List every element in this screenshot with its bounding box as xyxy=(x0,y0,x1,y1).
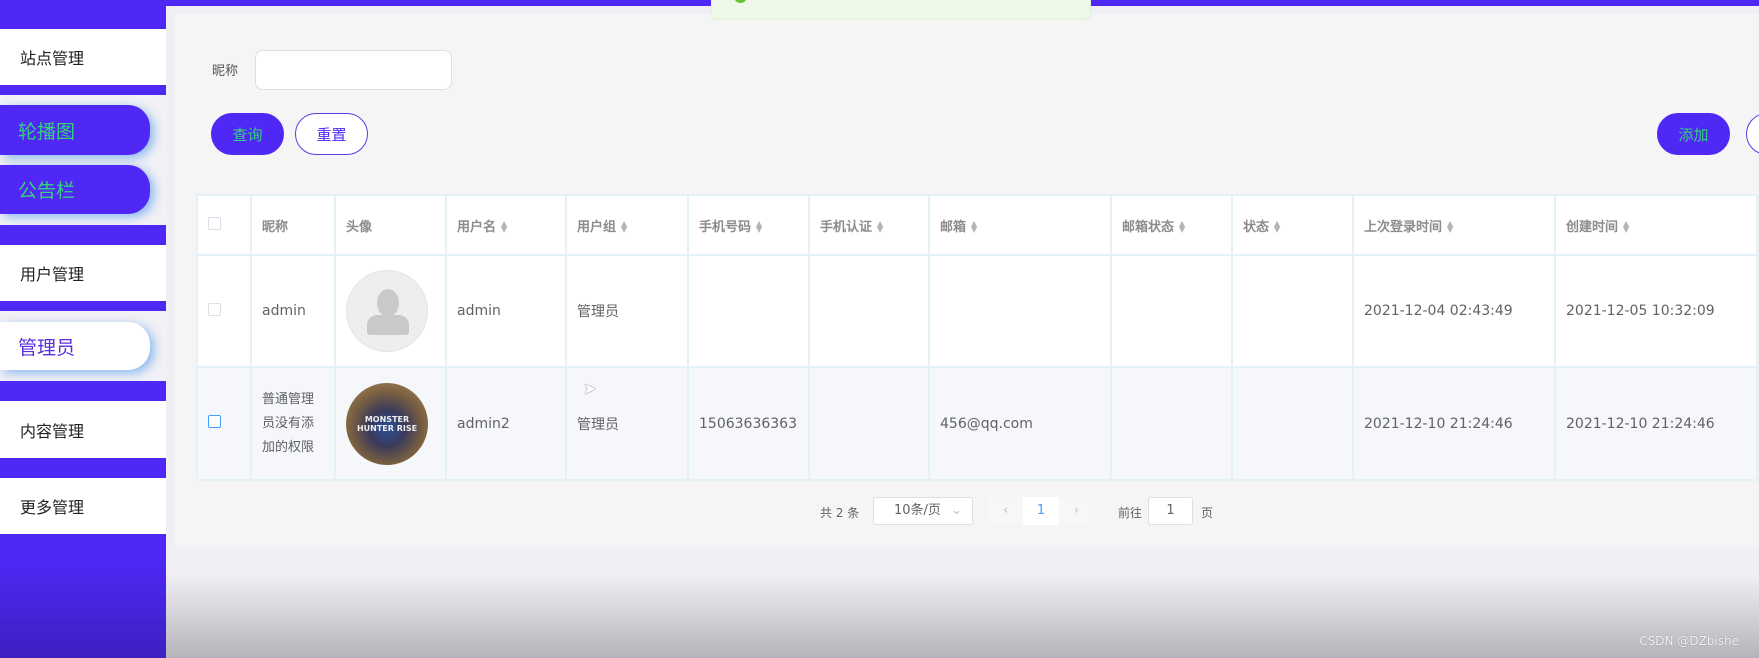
header-phone[interactable]: 手机号码 ▲ ▼ xyxy=(687,194,810,256)
header-status[interactable]: 状态 ▲ ▼ xyxy=(1231,194,1354,256)
cell-email xyxy=(928,254,1112,368)
mouse-cursor-icon: ➤ xyxy=(583,379,597,398)
table-row[interactable]: admin admin 管理员 2021-12-04 02:43:49 2021… xyxy=(196,254,1758,368)
page-suffix: 页 xyxy=(1201,506,1214,520)
cell-phone xyxy=(687,254,810,368)
sidebar-item-site[interactable]: 站点管理 xyxy=(0,29,166,85)
sidebar-item-label: 更多管理 xyxy=(20,498,85,517)
sidebar-item-admin[interactable]: 管理员 xyxy=(0,322,150,370)
table-row[interactable]: 普通管理员没有添加的权限 MONSTER HUNTER RISE admin2 … xyxy=(196,366,1758,481)
sidebar-item-notice[interactable]: 公告栏 xyxy=(0,165,150,214)
header-label: 用户组 xyxy=(577,219,617,235)
chevron-down-icon: ⌄ xyxy=(951,503,962,518)
admin-table: 昵称 头像 用户名 ▲ ▼ 用户组 ▲ ▼ 手机号码 ▲ ▼ 手机认证 ▲ ▼ 邮箱 ▲ ▼ 邮箱状… xyxy=(196,194,1758,481)
cell-nickname: admin xyxy=(250,254,336,368)
header-label: 邮箱 xyxy=(940,219,967,235)
header-avatar: 头像 xyxy=(334,194,447,256)
page-size-select[interactable]: 10条/页 ⌄ xyxy=(873,497,973,525)
header-username[interactable]: 用户名 ▲ ▼ xyxy=(445,194,567,256)
cell-last-login: 2021-12-04 02:43:49 xyxy=(1352,254,1556,368)
sidebar-item-label: 内容管理 xyxy=(20,421,85,441)
row-select-cell[interactable] xyxy=(196,254,252,368)
row-checkbox[interactable] xyxy=(208,415,221,428)
cell-avatar: MONSTER HUNTER RISE xyxy=(334,366,447,481)
cell-status xyxy=(1231,254,1354,368)
goto-label: 前往 xyxy=(1118,506,1143,520)
sort-icon[interactable]: ▲ ▼ xyxy=(1179,220,1185,234)
header-last-login[interactable]: 上次登录时间 ▲ ▼ xyxy=(1352,194,1556,256)
header-label: 手机号码 xyxy=(699,219,752,235)
bottom-shade: CSDN @DZbishe xyxy=(166,575,1759,658)
cell-created: 2021-12-05 10:32:09 xyxy=(1554,254,1758,368)
header-label: 上次登录时间 xyxy=(1364,219,1443,235)
header-email-status[interactable]: 邮箱状态 ▲ ▼ xyxy=(1110,194,1233,256)
sidebar-item-label: 公告栏 xyxy=(18,180,76,202)
sidebar-item-label: 管理员 xyxy=(18,336,76,359)
cell-phone-verified xyxy=(808,366,930,481)
cell-group: 管理员 xyxy=(565,254,689,368)
sidebar-item-label: 用户管理 xyxy=(20,265,85,284)
row-select-cell[interactable] xyxy=(196,366,252,481)
table-header: 昵称 头像 用户名 ▲ ▼ 用户组 ▲ ▼ 手机号码 ▲ ▼ 手机认证 ▲ ▼ 邮箱 ▲ ▼ 邮箱状… xyxy=(196,194,1758,256)
sort-icon[interactable]: ▲ ▼ xyxy=(1623,220,1629,234)
success-toast xyxy=(711,0,1091,20)
cell-phone: 15063636363 xyxy=(687,366,810,481)
goto-page-input[interactable]: 1 xyxy=(1148,497,1193,525)
sort-icon[interactable]: ▲ ▼ xyxy=(1447,220,1453,234)
header-group[interactable]: 用户组 ▲ ▼ xyxy=(565,194,689,256)
pager: ‹ 1 › xyxy=(988,497,1094,525)
header-email[interactable]: 邮箱 ▲ ▼ xyxy=(928,194,1112,256)
success-icon xyxy=(734,0,747,3)
next-page-button[interactable]: › xyxy=(1059,497,1094,525)
header-created[interactable]: 创建时间 ▲ ▼ xyxy=(1554,194,1758,256)
page-number[interactable]: 1 xyxy=(1023,497,1059,525)
total-count: 共 2 条 xyxy=(820,506,860,520)
header-label: 邮箱状态 xyxy=(1122,219,1175,235)
cell-email-status xyxy=(1110,366,1233,481)
query-button[interactable]: 查询 xyxy=(211,113,284,155)
sort-icon[interactable]: ▲ ▼ xyxy=(971,220,977,234)
row-checkbox[interactable] xyxy=(208,302,221,316)
default-avatar-icon xyxy=(346,270,428,352)
sidebar: 站点管理 轮播图 公告栏 用户管理 管理员 内容管理 更多管理 xyxy=(0,0,166,658)
cell-username: admin xyxy=(445,254,567,368)
cell-created: 2021-12-10 21:24:46 xyxy=(1554,366,1758,481)
sidebar-item-users[interactable]: 用户管理 xyxy=(0,245,166,301)
avatar-logo-text: MONSTER HUNTER RISE xyxy=(356,414,418,433)
nickname-input[interactable] xyxy=(255,50,452,90)
sort-icon[interactable]: ▲ ▼ xyxy=(501,220,507,234)
header-label: 状态 xyxy=(1243,219,1270,235)
sort-icon[interactable]: ▲ ▼ xyxy=(756,220,762,234)
cell-phone-verified xyxy=(808,254,930,368)
select-all-checkbox[interactable] xyxy=(208,216,221,230)
add-button[interactable]: 添加 xyxy=(1657,113,1730,155)
sort-icon[interactable]: ▲ ▼ xyxy=(877,220,883,234)
cell-last-login: 2021-12-10 21:24:46 xyxy=(1352,366,1556,481)
select-all-cell[interactable] xyxy=(196,194,252,256)
header-label: 创建时间 xyxy=(1566,219,1619,235)
cell-username: admin2 xyxy=(445,366,567,481)
cell-nickname: 普通管理员没有添加的权限 xyxy=(250,366,336,481)
header-phone-verified[interactable]: 手机认证 ▲ ▼ xyxy=(808,194,930,256)
cell-avatar xyxy=(334,254,447,368)
cell-email-status xyxy=(1110,254,1233,368)
header-label: 手机认证 xyxy=(820,219,873,235)
sidebar-item-label: 轮播图 xyxy=(18,120,76,143)
page-size-value: 10条/页 xyxy=(894,503,941,518)
sidebar-item-carousel[interactable]: 轮播图 xyxy=(0,105,150,155)
prev-page-button[interactable]: ‹ xyxy=(988,497,1023,525)
sidebar-item-content[interactable]: 内容管理 xyxy=(0,401,166,458)
nickname-label: 昵称 xyxy=(212,64,239,79)
header-label: 用户名 xyxy=(457,219,497,235)
watermark: CSDN @DZbishe xyxy=(1639,634,1739,648)
cell-status xyxy=(1231,366,1354,481)
sort-icon[interactable]: ▲ ▼ xyxy=(1274,220,1280,234)
cell-email: 456@qq.com xyxy=(928,366,1112,481)
sidebar-item-more[interactable]: 更多管理 xyxy=(0,478,166,534)
sort-icon[interactable]: ▲ ▼ xyxy=(621,220,627,234)
sidebar-item-label: 站点管理 xyxy=(20,49,85,68)
avatar-image: MONSTER HUNTER RISE xyxy=(346,382,428,465)
reset-button[interactable]: 重置 xyxy=(295,113,368,155)
header-nickname: 昵称 xyxy=(250,194,336,256)
